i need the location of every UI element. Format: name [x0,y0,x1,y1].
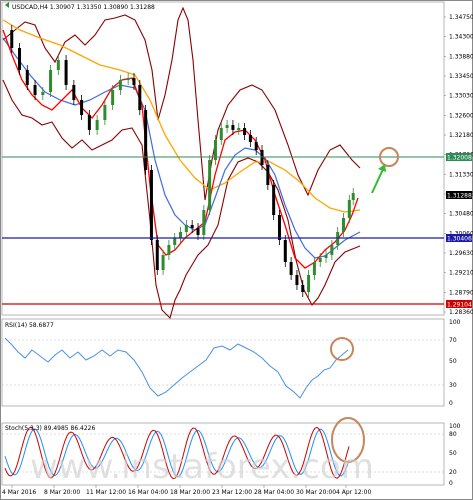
time-tick-label: 8 Mar 20:00 [44,489,80,496]
price-tick-label: 1.34300 [449,34,473,41]
bull-candle [307,275,311,292]
stoch-tick-label: 100 [449,423,461,430]
bull-candle [56,60,60,70]
bear-candle [80,100,84,115]
bear-candle [132,78,136,85]
stochastic-label: Stoch(5,3,3) 89.4985 86.4226 [5,425,96,432]
bear-candle [72,85,76,100]
time-tick-label: 28 Mar 04:00 [254,489,294,496]
svg-text:1.29104: 1.29104 [447,302,472,309]
bear-candle [289,262,293,275]
stoch-tick-label: 0 [449,480,453,487]
rsi-tick-label: 70 [449,337,457,344]
bear-candle [243,128,247,135]
level-tag-blue: 1.30406 [446,234,472,243]
bull-candle [351,193,355,200]
time-tick-label: 18 Mar 20:00 [170,489,210,496]
bull-candle [330,245,334,255]
price-tick-label: 1.31330 [449,171,473,178]
bear-candle [301,285,305,292]
bull-candle [184,225,188,232]
rsi-tick-label: 50 [449,358,457,365]
bull-candle [95,120,99,130]
symbol-header: USDCAD,H4 1.30907 1.31350 1.30890 1.3128… [12,4,155,11]
svg-text:1.30406: 1.30406 [447,236,472,243]
bull-candle [118,80,122,90]
bull-candle [49,70,53,92]
price-tick-label: 1.33880 [449,53,473,60]
bear-candle [190,225,194,228]
level-tag-current: 1.31288 [446,191,472,200]
bull-candle [41,92,45,95]
bull-candle [167,245,171,255]
svg-text:1.31288: 1.31288 [447,193,472,200]
bear-candle [266,165,270,185]
price-tick-label: 1.28360 [449,309,473,316]
price-tick-label: 1.33030 [449,93,473,100]
bear-candle [283,240,287,262]
bear-candle [33,85,37,95]
price-tick-label: 1.29630 [449,250,473,257]
bull-candle [324,255,328,258]
bull-candle [225,125,229,128]
bear-candle [155,240,159,270]
bear-candle [254,142,258,150]
rsi-tick-label: 100 [449,319,461,326]
bull-candle [161,255,165,270]
svg-text:1.32008: 1.32008 [447,155,472,162]
bear-candle [272,185,276,215]
rsi-tick-label: 0 [449,400,453,407]
bear-candle [149,170,153,240]
level-tag-green: 1.32008 [446,153,472,162]
level-tag-red: 1.29104 [446,300,472,309]
price-tick-label: 1.34750 [449,14,473,21]
bear-candle [10,30,14,48]
bear-candle [196,228,200,235]
price-tick-label: 1.33450 [449,73,473,80]
price-tick-label: 1.30480 [449,211,473,218]
bull-candle [318,258,322,262]
forex-chart: USDCAD,H4 1.30907 1.31350 1.30890 1.3128… [0,0,473,500]
bear-candle [277,215,281,240]
time-tick-label: 30 Mar 20:00 [296,489,336,496]
rsi-label: RSI(14) 58.6877 [5,322,54,329]
bear-candle [138,85,142,110]
price-tick-label: 1.32600 [449,112,473,119]
bear-candle [248,135,252,142]
bull-candle [342,218,345,232]
bear-candle [64,60,68,85]
stoch-tick-label: 80 [449,431,457,438]
watermark: www.instaforex.com [30,447,374,487]
stoch-tick-label: 20 [449,469,457,476]
bear-candle [144,110,148,170]
bull-candle [179,232,183,238]
bull-candle [312,262,316,275]
bull-candle [111,90,115,105]
bull-candle [126,78,130,80]
bull-candle [219,128,223,140]
bear-candle [231,125,235,130]
bull-candle [237,128,241,130]
stoch-tick-label: 50 [449,450,457,457]
time-tick-label: 4 Mar 2016 [2,489,36,496]
bull-candle [173,238,177,245]
rsi-tick-label: 30 [449,382,457,389]
price-tick-label: 1.29210 [449,270,473,277]
bull-candle [208,160,212,210]
time-tick-label: 16 Mar 04:00 [128,489,168,496]
bear-candle [25,70,29,85]
price-tick-label: 1.32180 [449,132,473,139]
price-tick-label: 1.28790 [449,289,473,296]
time-tick-label: 23 Mar 12:00 [212,489,252,496]
bull-candle [202,210,206,235]
bull-candle [347,200,351,218]
bull-candle [103,105,107,120]
time-tick-label: 11 Mar 12:00 [86,489,126,496]
time-tick-label: 4 Apr 12:00 [336,489,371,496]
bear-candle [87,115,91,130]
bear-candle [18,48,22,70]
bear-candle [295,275,299,285]
